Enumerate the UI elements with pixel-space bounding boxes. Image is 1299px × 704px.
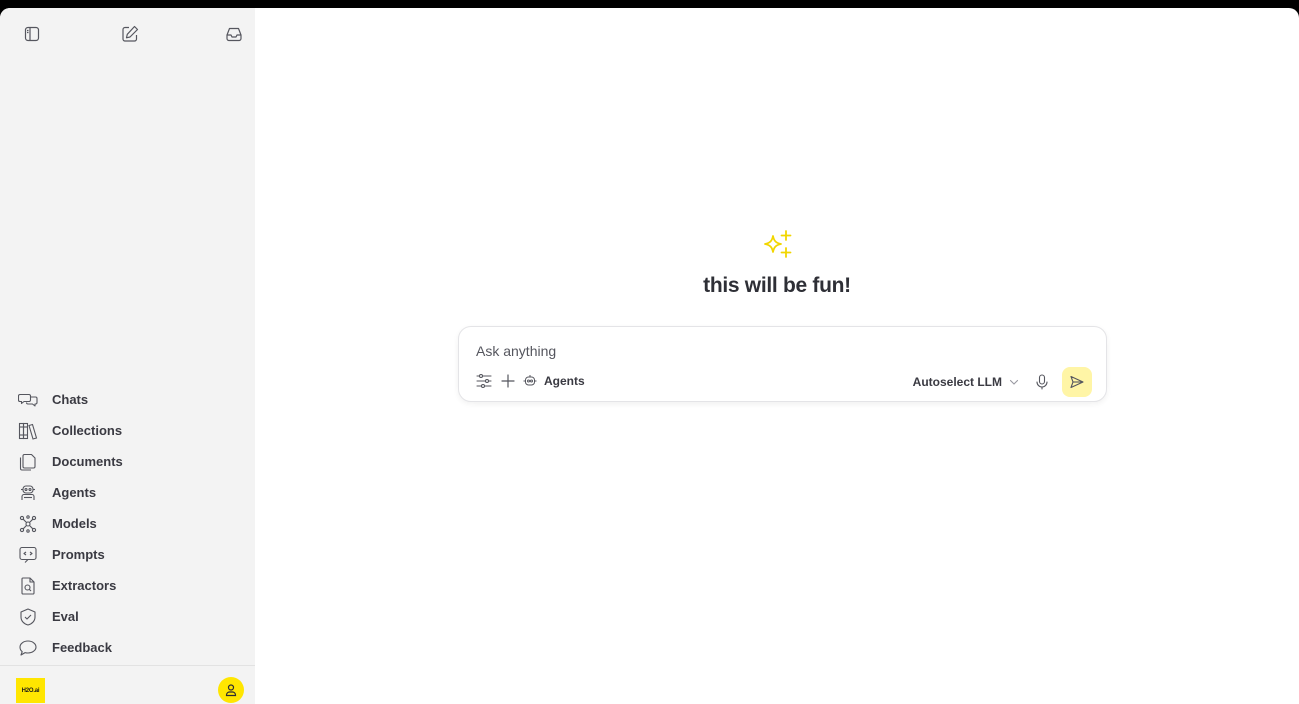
user-avatar-button[interactable] [218,677,244,703]
sidebar-item-label: Eval [52,609,79,624]
sidebar-panel-icon [24,26,40,42]
sidebar-item-label: Feedback [52,640,112,655]
model-select-label: Autoselect LLM [912,375,1002,389]
documents-icon [18,452,38,472]
extractors-icon [18,576,38,596]
agents-label: Agents [544,374,585,388]
sidebar-item-label: Models [52,516,97,531]
sidebar-item-prompts[interactable]: Prompts [0,539,255,570]
inbox-button[interactable] [222,22,246,46]
main-area: this will be fun! Ask anything Agents Au… [255,8,1299,704]
sidebar-toolbar [0,22,255,46]
sidebar-item-feedback[interactable]: Feedback [0,632,255,663]
sidebar-item-collections[interactable]: Collections [0,415,255,446]
new-chat-button[interactable] [118,22,142,46]
sidebar-item-label: Collections [52,423,123,438]
sidebar-divider [0,665,255,666]
sidebar-item-eval[interactable]: Eval [0,601,255,632]
chevron-down-icon [1009,379,1019,385]
message-input[interactable] [476,341,1076,361]
chat-composer: Agents Autoselect LLM [458,326,1107,402]
edit-icon [122,25,139,42]
prompts-icon [18,545,38,565]
sidebar-item-label: Chats [52,392,89,407]
toggle-sidebar-button[interactable] [20,22,44,46]
feedback-icon [18,638,38,658]
attach-button[interactable] [501,371,515,391]
sparkles-icon [756,228,800,264]
agents-toggle[interactable]: Agents [522,371,585,391]
sidebar-item-label: Extractors [52,578,117,593]
sidebar-item-models[interactable]: Models [0,508,255,539]
agents-icon [18,483,38,503]
app-window: Chats Collections Documents Agents Model… [0,8,1299,704]
sidebar-item-chats[interactable]: Chats [0,384,255,415]
model-select[interactable]: Autoselect LLM [913,375,1020,389]
eval-icon [18,607,38,627]
agent-robot-icon [523,375,537,386]
sidebar-item-label: Agents [52,485,97,500]
window-frame: Chats Collections Documents Agents Model… [0,0,1299,704]
user-icon [225,684,237,697]
send-button[interactable] [1062,367,1092,397]
sidebar-item-agents[interactable]: Agents [0,477,255,508]
sliders-icon [476,373,492,389]
page-title: this will be fun! [703,274,851,297]
sidebar-item-extractors[interactable]: Extractors [0,570,255,601]
composer-tools: Agents [475,371,585,391]
collections-icon [18,421,38,441]
voice-input-button[interactable] [1034,372,1050,392]
sidebar: Chats Collections Documents Agents Model… [0,8,255,704]
inbox-icon [226,27,242,42]
sidebar-item-label: Documents [52,454,123,469]
h2o-logo[interactable]: H2O.ai [16,678,45,703]
send-icon [1070,375,1084,389]
settings-button[interactable] [475,371,493,391]
sidebar-item-documents[interactable]: Documents [0,446,255,477]
chats-icon [18,390,38,410]
plus-icon [501,374,515,388]
microphone-icon [1036,374,1048,390]
sidebar-item-label: Prompts [52,547,105,562]
sidebar-footer: H2O.ai [0,673,255,703]
composer-actions: Autoselect LLM [913,367,1092,397]
sidebar-nav: Chats Collections Documents Agents Model… [0,384,255,663]
models-icon [18,514,38,534]
